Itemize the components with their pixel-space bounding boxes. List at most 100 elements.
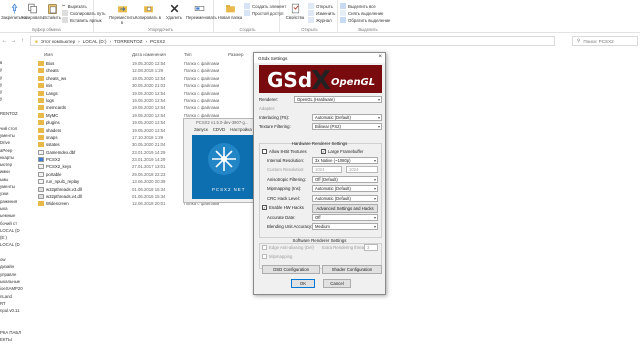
easy-access-button[interactable]: Простой доступ bbox=[244, 10, 283, 16]
nav-item[interactable]: nLand bbox=[0, 294, 30, 301]
advanced-hacks-button[interactable]: Advanced Settings and Hacks bbox=[312, 204, 378, 213]
column-date[interactable]: Дата изменения bbox=[132, 52, 166, 57]
nav-item[interactable]: бочий ст bbox=[0, 221, 30, 228]
delete-button[interactable]: Удалить bbox=[161, 3, 187, 20]
nav-item[interactable]: LOCAL (D bbox=[0, 242, 30, 249]
nav-item[interactable]: в bbox=[0, 60, 30, 67]
search-box[interactable]: ⚲ Поиск: PCSX2 bbox=[572, 36, 638, 46]
renderer-select[interactable]: OpenGL (Hardware) bbox=[294, 96, 382, 103]
back-arrow-icon[interactable]: ← bbox=[0, 38, 9, 44]
interlacing-select[interactable]: Automatic (Default) bbox=[312, 114, 382, 121]
nav-item[interactable] bbox=[0, 323, 30, 330]
file-name: shaders bbox=[46, 127, 62, 133]
address-path[interactable]: ■ Этот компьютер › LOCAL (D:) › TORRENTOZ ›… bbox=[30, 36, 555, 46]
new-item-button[interactable]: Создать элемент bbox=[244, 3, 286, 9]
crumb-3[interactable]: PCSX2 bbox=[150, 39, 165, 44]
nav-item[interactable]: RENTOZ bbox=[0, 111, 30, 118]
nav-item[interactable]: ражения bbox=[0, 199, 30, 206]
accurate-date-select[interactable]: Off bbox=[312, 214, 378, 221]
rename-button[interactable]: Переименовать bbox=[186, 3, 217, 20]
nav-item[interactable]: ioeSAMP20 bbox=[0, 286, 30, 293]
nav-item[interactable]: npul.v0.11 bbox=[0, 308, 30, 315]
properties-button[interactable]: Свойства bbox=[282, 3, 308, 20]
nav-item[interactable]: ЕКТЫ bbox=[0, 337, 30, 344]
forward-arrow-icon[interactable]: → bbox=[9, 38, 18, 44]
nav-item[interactable]: нкарты bbox=[0, 155, 30, 162]
cancel-button[interactable]: Cancel bbox=[323, 279, 351, 288]
nav-item[interactable]: у bbox=[0, 96, 30, 103]
copy-path-label: Скопировать путь bbox=[70, 10, 106, 16]
nav-item[interactable]: LOCAL (D bbox=[0, 228, 30, 235]
nav-item[interactable] bbox=[0, 104, 30, 111]
nav-item[interactable] bbox=[0, 315, 30, 322]
nav-item[interactable]: ow bbox=[0, 257, 30, 264]
custom-res-width[interactable]: 1024 bbox=[312, 166, 342, 173]
select-none-button[interactable]: Снять выделение bbox=[340, 10, 383, 16]
aniso-select[interactable]: Off (Default) bbox=[312, 176, 378, 183]
nav-item[interactable]: aPeep bbox=[0, 148, 30, 155]
pcsx2-menu-config[interactable]: Настройка bbox=[230, 127, 252, 135]
nav-item[interactable]: (E:) bbox=[0, 235, 30, 242]
nav-item[interactable]: ыка bbox=[0, 206, 30, 213]
ok-button[interactable]: OK bbox=[291, 279, 315, 288]
mipmap-select[interactable]: Automatic (Default) bbox=[312, 185, 378, 192]
nav-item[interactable]: ументы bbox=[0, 184, 30, 191]
nav-item[interactable]: RT bbox=[0, 301, 30, 308]
nav-item[interactable]: имки bbox=[0, 169, 30, 176]
nav-item[interactable]: Drive bbox=[0, 140, 30, 147]
crumb-0[interactable]: Этот компьютер bbox=[41, 39, 75, 44]
blending-select[interactable]: Medium bbox=[312, 223, 378, 230]
large-framebuffer-checkbox[interactable]: ✓ Large Framebuffer bbox=[321, 149, 364, 154]
nav-item[interactable]: РКА ПАБЛ bbox=[0, 330, 30, 337]
column-name[interactable]: Имя bbox=[44, 52, 53, 57]
edge-aa-checkbox[interactable]: Edge Anti-aliasing (Del) bbox=[262, 245, 314, 250]
texture-filtering-select[interactable]: Bilinear (PS2) bbox=[312, 123, 382, 130]
new-folder-button[interactable]: Новая папка bbox=[217, 3, 243, 20]
nav-item[interactable]: чий стол bbox=[0, 126, 30, 133]
nav-item[interactable]: ьемные bbox=[0, 213, 30, 220]
nav-item[interactable] bbox=[0, 118, 30, 125]
nav-item[interactable]: у bbox=[0, 75, 30, 82]
up-arrow-icon[interactable]: ↑ bbox=[18, 38, 27, 44]
copy-path-button[interactable]: Скопировать путь bbox=[62, 10, 106, 16]
copy-to-button[interactable]: Копировать в bbox=[135, 3, 161, 20]
pcsx2-menu-run[interactable]: Запуск bbox=[194, 127, 208, 135]
nav-item[interactable]: ументы bbox=[0, 133, 30, 140]
ext-threads-spin[interactable]: 3 bbox=[364, 244, 378, 251]
crumb-2[interactable]: TORRENTOZ bbox=[114, 39, 142, 44]
invert-selection-button[interactable]: Обратить выделение bbox=[340, 17, 390, 23]
shader-config-button[interactable]: Shader Configuration bbox=[322, 265, 382, 274]
sw-mipmap-checkbox[interactable]: Mipmapping bbox=[262, 254, 292, 259]
nav-item[interactable] bbox=[0, 250, 30, 257]
column-type[interactable]: Тип bbox=[184, 52, 192, 57]
pcsx2-window: PCSX2 v1.5.0-dev-3907-g... Запуск CDVD Н… bbox=[183, 118, 263, 203]
paste-shortcut-button[interactable]: Вставить ярлык bbox=[62, 17, 101, 23]
internal-res-select[interactable]: 3x Native (~1080p) bbox=[312, 157, 378, 164]
hw-hacks-checkbox[interactable]: ✓ Enable HW Hacks bbox=[262, 205, 304, 210]
pcsx2-menu-cdvd[interactable]: CDVD bbox=[213, 127, 225, 135]
edit-button[interactable]: Изменить bbox=[308, 10, 335, 16]
allow-8bit-checkbox[interactable]: Allow 8-Bit Textures bbox=[262, 149, 307, 154]
cut-button[interactable]: ✂ Вырезать bbox=[62, 3, 87, 9]
open-button[interactable]: Открыть bbox=[308, 3, 333, 9]
osd-config-button[interactable]: OSD Configuration bbox=[262, 265, 320, 274]
nav-item[interactable]: у bbox=[0, 67, 30, 74]
history-button[interactable]: Журнал bbox=[308, 17, 332, 23]
nav-item[interactable]: у bbox=[0, 89, 30, 96]
select-all-button[interactable]: Выделить все bbox=[340, 3, 376, 9]
custom-res-height[interactable]: 1024 bbox=[346, 166, 378, 173]
nav-item[interactable]: дизайн bbox=[0, 264, 30, 271]
crc-select[interactable]: Automatic (Default) bbox=[312, 195, 378, 202]
nav-item[interactable]: ьмы bbox=[0, 177, 30, 184]
nav-item[interactable]: ьютер bbox=[0, 162, 30, 169]
paste-button[interactable]: Вставить bbox=[41, 3, 63, 20]
nav-item[interactable]: ыкальные bbox=[0, 279, 30, 286]
nav-item[interactable]: управле bbox=[0, 272, 30, 279]
close-icon[interactable]: × bbox=[378, 54, 382, 60]
nav-item[interactable]: у bbox=[0, 82, 30, 89]
nav-item[interactable]: узки bbox=[0, 191, 30, 198]
column-size[interactable]: Размер bbox=[228, 52, 243, 57]
move-to-button[interactable]: Переместить в bbox=[109, 3, 135, 25]
crumb-1[interactable]: LOCAL (D:) bbox=[83, 39, 107, 44]
copy-button[interactable]: Копировать bbox=[21, 3, 44, 20]
